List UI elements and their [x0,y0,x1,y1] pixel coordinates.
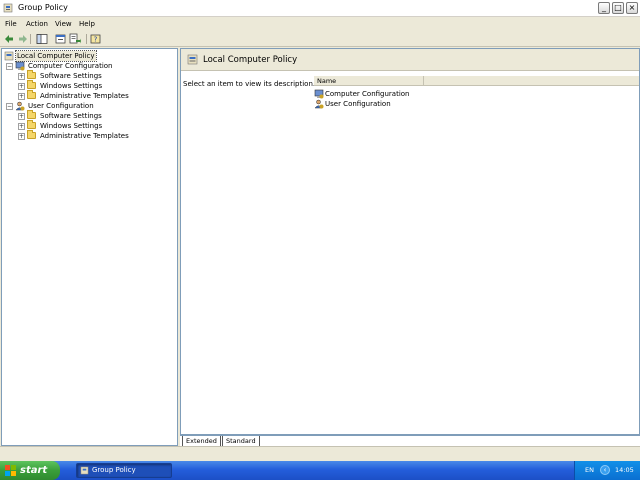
expand-toggle[interactable]: + [18,73,25,80]
expand-toggle[interactable]: + [18,83,25,90]
user-icon [15,101,25,111]
policy-icon [4,51,14,61]
tree-node-computer-configuration[interactable]: − Computer Configuration [6,61,175,71]
forward-arrow-icon[interactable] [17,33,29,45]
group-policy-icon [3,3,13,13]
toolbar: ? [0,31,640,47]
tree-node-label: Computer Configuration [28,62,113,70]
expand-toggle[interactable]: + [18,123,25,130]
column-header-filler [424,76,639,86]
tree-node-administrative-templates[interactable]: + Administrative Templates [18,90,177,101]
list-item-label: Computer Configuration [325,90,410,98]
menu-action[interactable]: Action [26,20,48,28]
tree-node-administrative-templates[interactable]: + Administrative Templates [18,130,177,141]
folder-icon [27,80,36,89]
folder-icon [27,70,36,79]
start-button[interactable]: start [0,461,60,480]
svg-text:?: ? [94,36,98,44]
expand-toggle[interactable]: + [18,133,25,140]
expand-toggle[interactable]: + [18,93,25,100]
show-hidden-icons-button[interactable]: ‹ [600,465,610,475]
export-list-icon[interactable] [69,33,81,45]
group-policy-icon [80,466,89,475]
tree-node-label: Windows Settings [40,82,103,90]
screen: Group Policy _ □ × File Action View Help [0,0,640,480]
tree-node-software-settings[interactable]: + Software Settings [18,110,177,121]
details-header: Local Computer Policy [181,49,639,71]
tree-node-label: Local Computer Policy [15,50,97,62]
toolbar-separator [86,34,87,44]
tab-extended[interactable]: Extended [182,436,221,446]
computer-icon [314,89,324,99]
taskbar-item-group-policy[interactable]: Group Policy [76,463,172,478]
minimize-button[interactable]: _ [598,2,610,14]
window-title: Group Policy [18,3,68,12]
view-tabs: Extended Standard [180,435,640,446]
maximize-button[interactable]: □ [612,2,624,14]
tree-node-label: Administrative Templates [40,92,129,100]
tree-pane[interactable]: Local Computer Policy − Computer Configu… [1,48,178,446]
tree-node-windows-settings[interactable]: + Windows Settings [18,120,177,131]
collapse-toggle[interactable]: − [6,103,13,110]
properties-icon[interactable] [55,33,67,45]
folder-icon [27,90,36,99]
start-label: start [20,465,48,476]
tree-node-label: Windows Settings [40,122,103,130]
list-item-user-configuration[interactable]: User Configuration [314,99,434,109]
collapse-toggle[interactable]: − [6,63,13,70]
folder-icon [27,130,36,139]
details-pane[interactable]: Local Computer Policy Select an item to … [180,48,640,435]
menu-file[interactable]: File [5,20,17,28]
expand-toggle[interactable]: + [18,113,25,120]
computer-icon [15,61,25,71]
policy-icon [187,54,198,65]
description-text: Select an item to view its description. [183,80,316,88]
list-item-computer-configuration[interactable]: Computer Configuration [314,89,434,99]
menu-help[interactable]: Help [79,20,95,28]
tree-node-local-computer-policy[interactable]: Local Computer Policy [4,50,174,62]
menu-bar: File Action View Help [0,17,640,31]
show-hide-tree-icon[interactable] [36,33,48,45]
folder-icon [27,120,36,129]
tree-node-user-configuration[interactable]: − User Configuration [6,101,175,111]
tree-node-windows-settings[interactable]: + Windows Settings [18,80,177,91]
title-bar: Group Policy _ □ × [0,0,640,17]
tree-node-label: Software Settings [40,72,102,80]
clock[interactable]: 14:05 [615,466,634,474]
windows-logo-icon [5,465,16,476]
tree-node-label: Software Settings [40,112,102,120]
tree-node-label: Administrative Templates [40,132,129,140]
details-title: Local Computer Policy [203,55,298,65]
taskbar: start Group Policy EN ‹ 14:05 [0,461,640,480]
tab-standard[interactable]: Standard [222,436,260,446]
status-bar [0,446,640,461]
back-arrow-icon[interactable] [3,33,15,45]
language-indicator[interactable]: EN [585,466,594,474]
column-header-name[interactable]: Name [314,76,424,86]
close-button[interactable]: × [626,2,638,14]
system-tray: EN ‹ 14:05 [574,461,640,480]
details-list[interactable]: Name Computer Configuration User Configu… [314,76,639,416]
user-icon [314,99,324,109]
taskbar-item-label: Group Policy [92,466,136,474]
menu-view[interactable]: View [55,20,72,28]
help-icon[interactable]: ? [90,33,102,45]
folder-icon [27,110,36,119]
list-item-label: User Configuration [325,100,391,108]
tree-node-label: User Configuration [28,102,94,110]
tree-node-software-settings[interactable]: + Software Settings [18,70,177,81]
toolbar-separator [30,34,31,44]
